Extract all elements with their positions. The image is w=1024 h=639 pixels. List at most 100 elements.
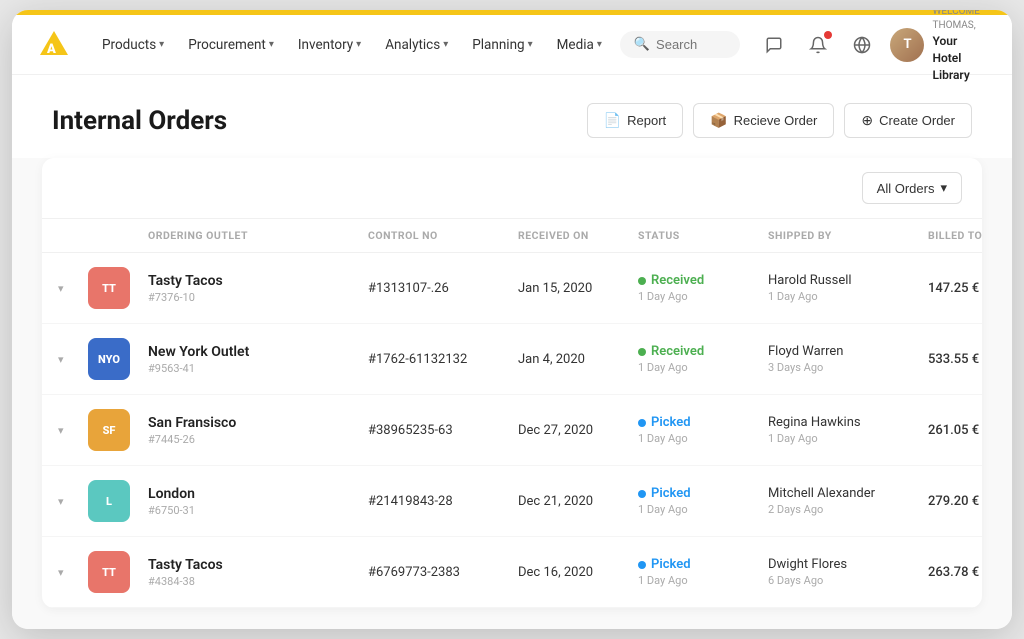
- outlet-name: New York Outlet: [148, 344, 368, 360]
- status-cell: Received 1 Day Ago: [638, 273, 768, 303]
- user-area[interactable]: T WELCOME THOMAS, Your Hotel Library: [890, 10, 988, 84]
- outlet-badge: TT: [88, 267, 130, 309]
- outlet-name: Tasty Tacos: [148, 273, 368, 289]
- chevron-down-icon: ▾: [269, 39, 274, 50]
- report-icon: 📄: [604, 112, 621, 129]
- outlet-id: #4384-38: [148, 575, 368, 588]
- nav-planning[interactable]: Planning ▾: [462, 31, 542, 59]
- nav-icon-group: [758, 29, 878, 61]
- status-time: 1 Day Ago: [638, 290, 768, 303]
- shipped-by: Floyd Warren 3 Days Ago: [768, 344, 928, 374]
- notification-icon-button[interactable]: [802, 29, 834, 61]
- status-dot: [638, 490, 646, 498]
- user-info: WELCOME THOMAS, Your Hotel Library: [932, 10, 988, 84]
- col-badge: [88, 229, 148, 242]
- table-row: ▾ TT Tasty Tacos #4384-38 #6769773-2383 …: [42, 537, 982, 608]
- expand-icon[interactable]: ▾: [58, 424, 88, 437]
- page-title: Internal Orders: [52, 106, 227, 136]
- status-dot: [638, 419, 646, 427]
- shipped-time: 2 Days Ago: [768, 503, 928, 516]
- search-bar: 🔍: [620, 31, 741, 58]
- nav-products[interactable]: Products ▾: [92, 31, 174, 59]
- outlet-id: #6750-31: [148, 504, 368, 517]
- chat-icon-button[interactable]: [758, 29, 790, 61]
- shipped-by: Mitchell Alexander 2 Days Ago: [768, 486, 928, 516]
- report-button[interactable]: 📄 Report: [587, 103, 683, 138]
- outlet-badge: L: [88, 480, 130, 522]
- outlet-badge: NYO: [88, 338, 130, 380]
- received-on: Dec 16, 2020: [518, 565, 638, 580]
- header-actions: 📄 Report 📦 Recieve Order ⊕ Create Order: [587, 103, 972, 138]
- filter-dropdown[interactable]: All Orders ▾: [862, 172, 962, 204]
- billed-total: 263.78 €: [928, 565, 982, 580]
- svg-text:A: A: [46, 42, 56, 57]
- col-control: CONTROL NO: [368, 229, 518, 242]
- globe-icon-button[interactable]: [846, 29, 878, 61]
- expand-icon[interactable]: ▾: [58, 353, 88, 366]
- plus-icon: ⊕: [861, 112, 873, 129]
- shipped-time: 1 Day Ago: [768, 290, 928, 303]
- control-number: #38965235-63: [368, 423, 518, 438]
- received-on: Jan 15, 2020: [518, 281, 638, 296]
- received-on: Jan 4, 2020: [518, 352, 638, 367]
- outlet-info: Tasty Tacos #4384-38: [148, 557, 368, 588]
- nav-media[interactable]: Media ▾: [547, 31, 612, 59]
- page-header: Internal Orders 📄 Report 📦 Recieve Order…: [12, 75, 1012, 158]
- status-dot: [638, 561, 646, 569]
- received-on: Dec 21, 2020: [518, 494, 638, 509]
- receive-order-button[interactable]: 📦 Recieve Order: [693, 103, 834, 138]
- receive-icon: 📦: [710, 112, 727, 129]
- status-badge: Received: [638, 344, 768, 359]
- nav-procurement[interactable]: Procurement ▾: [178, 31, 284, 59]
- shipped-time: 1 Day Ago: [768, 432, 928, 445]
- navbar: A Products ▾ Procurement ▾ Inventory ▾ A…: [12, 15, 1012, 75]
- col-received: RECEIVED ON: [518, 229, 638, 242]
- control-number: #6769773-2383: [368, 565, 518, 580]
- shipped-by: Regina Hawkins 1 Day Ago: [768, 415, 928, 445]
- status-time: 1 Day Ago: [638, 574, 768, 587]
- table-row: ▾ NYO New York Outlet #9563-41 #1762-611…: [42, 324, 982, 395]
- status-dot: [638, 277, 646, 285]
- col-status: STATUS: [638, 229, 768, 242]
- control-number: #21419843-28: [368, 494, 518, 509]
- search-icon: 🔍: [634, 37, 650, 52]
- status-badge: Picked: [638, 486, 768, 501]
- expand-icon[interactable]: ▾: [58, 282, 88, 295]
- chevron-down-icon: ▾: [597, 39, 602, 50]
- outlet-info: San Fransisco #7445-26: [148, 415, 368, 446]
- nav-analytics[interactable]: Analytics ▾: [375, 31, 458, 59]
- shipped-time: 3 Days Ago: [768, 361, 928, 374]
- create-order-button[interactable]: ⊕ Create Order: [844, 103, 972, 138]
- received-on: Dec 27, 2020: [518, 423, 638, 438]
- nav-inventory[interactable]: Inventory ▾: [288, 31, 371, 59]
- orders-table-section: All Orders ▾ ORDERING OUTLET CONTROL NO …: [42, 158, 982, 608]
- app-logo[interactable]: A: [36, 27, 72, 63]
- search-input[interactable]: [656, 37, 726, 52]
- outlet-id: #7376-10: [148, 291, 368, 304]
- expand-icon[interactable]: ▾: [58, 495, 88, 508]
- billed-total: 147.25 €: [928, 281, 982, 296]
- avatar: T: [890, 28, 924, 62]
- table-row: ▾ L London #6750-31 #21419843-28 Dec 21,…: [42, 466, 982, 537]
- notification-badge: [824, 31, 832, 39]
- chevron-down-icon: ▾: [528, 39, 533, 50]
- outlet-info: London #6750-31: [148, 486, 368, 517]
- status-cell: Picked 1 Day Ago: [638, 557, 768, 587]
- app-window: A Products ▾ Procurement ▾ Inventory ▾ A…: [12, 10, 1012, 629]
- status-cell: Picked 1 Day Ago: [638, 415, 768, 445]
- billed-total: 279.20 €: [928, 494, 982, 509]
- outlet-badge: SF: [88, 409, 130, 451]
- col-expand: [58, 229, 88, 242]
- expand-icon[interactable]: ▾: [58, 566, 88, 579]
- table-header: ORDERING OUTLET CONTROL NO RECEIVED ON S…: [42, 219, 982, 253]
- table-body: ▾ TT Tasty Tacos #7376-10 #1313107-.26 J…: [42, 253, 982, 608]
- status-time: 1 Day Ago: [638, 503, 768, 516]
- outlet-info: New York Outlet #9563-41: [148, 344, 368, 375]
- status-time: 1 Day Ago: [638, 361, 768, 374]
- status-cell: Received 1 Day Ago: [638, 344, 768, 374]
- outlet-info: Tasty Tacos #7376-10: [148, 273, 368, 304]
- chevron-down-icon: ▾: [443, 39, 448, 50]
- chevron-down-icon: ▾: [940, 180, 947, 196]
- chevron-down-icon: ▾: [159, 39, 164, 50]
- table-row: ▾ SF San Fransisco #7445-26 #38965235-63…: [42, 395, 982, 466]
